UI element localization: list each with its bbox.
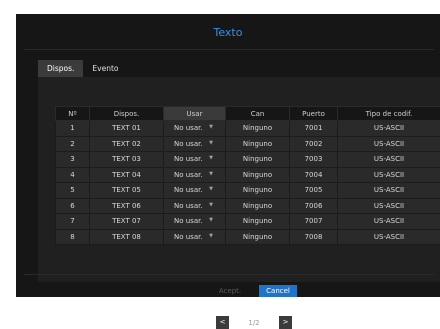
usar-select-value: No usar. (174, 217, 203, 225)
usar-select-value: No usar. (174, 155, 203, 163)
cell-puerto: 7004 (290, 167, 338, 183)
table-row[interactable]: 3TEXT 03 No usar. ▼ Ninguno7003US-ASCII (56, 152, 440, 168)
dropdown-arrow-icon: ▼ (209, 155, 213, 161)
usar-select-value: No usar. (174, 124, 203, 132)
devices-table: Nº Dispos. Usar Can Puerto Tipo de codif… (55, 106, 440, 245)
cell-can: Ninguno (226, 198, 290, 214)
column-header-dispos: Dispos. (90, 107, 164, 121)
dropdown-arrow-icon: ▼ (209, 124, 213, 130)
tab-evento[interactable]: Evento (83, 60, 127, 77)
cell-no: 8 (56, 229, 90, 245)
dropdown-arrow-icon: ▼ (209, 233, 213, 239)
cell-can: Ninguno (226, 121, 290, 137)
cell-no: 6 (56, 198, 90, 214)
usar-select-value: No usar. (174, 186, 203, 194)
cell-no: 1 (56, 121, 90, 137)
cell-usar[interactable]: No usar. ▼ (164, 229, 226, 245)
page-indicator: 1/2 (229, 319, 279, 327)
pagination: < 1/2 > (216, 316, 292, 329)
tab-bar: Dispos. Evento (38, 60, 128, 77)
cell-dispos: TEXT 05 (90, 183, 164, 199)
cell-tipo-codif: US-ASCII (338, 121, 440, 137)
cell-dispos: TEXT 01 (90, 121, 164, 137)
cell-can: Ninguno (226, 214, 290, 230)
cell-dispos: TEXT 06 (90, 198, 164, 214)
table-row[interactable]: 6TEXT 06 No usar. ▼ Ninguno7006US-ASCII (56, 198, 440, 214)
cell-no: 7 (56, 214, 90, 230)
dropdown-arrow-icon: ▼ (209, 186, 213, 192)
cell-can: Ninguno (226, 152, 290, 168)
cell-puerto: 7003 (290, 152, 338, 168)
cell-dispos: TEXT 02 (90, 136, 164, 152)
cell-puerto: 7008 (290, 229, 338, 245)
dropdown-arrow-icon: ▼ (209, 171, 213, 177)
footer-divider (24, 274, 434, 275)
table-row[interactable]: 4TEXT 04 No usar. ▼ Ninguno7004US-ASCII (56, 167, 440, 183)
cell-tipo-codif: US-ASCII (338, 152, 440, 168)
cell-tipo-codif: US-ASCII (338, 214, 440, 230)
usar-select-value: No usar. (174, 233, 203, 241)
cancel-button[interactable]: Cancel (259, 285, 297, 297)
cell-usar[interactable]: No usar. ▼ (164, 121, 226, 137)
cell-tipo-codif: US-ASCII (338, 183, 440, 199)
cell-usar[interactable]: No usar. ▼ (164, 198, 226, 214)
cell-tipo-codif: US-ASCII (338, 167, 440, 183)
cell-can: Ninguno (226, 167, 290, 183)
usar-select-value: No usar. (174, 140, 203, 148)
chevron-right-icon[interactable]: > (279, 316, 292, 329)
cell-puerto: 7007 (290, 214, 338, 230)
cell-tipo-codif: US-ASCII (338, 229, 440, 245)
cell-tipo-codif: US-ASCII (338, 136, 440, 152)
tab-dispos[interactable]: Dispos. (38, 60, 83, 77)
table-header-row: Nº Dispos. Usar Can Puerto Tipo de codif… (56, 107, 440, 121)
cell-can: Ninguno (226, 183, 290, 199)
cell-dispos: TEXT 07 (90, 214, 164, 230)
column-header-puerto: Puerto (290, 107, 338, 121)
title-divider (24, 49, 434, 50)
chevron-left-icon[interactable]: < (216, 316, 229, 329)
cell-usar[interactable]: No usar. ▼ (164, 152, 226, 168)
column-header-tipo-codif: Tipo de codif. (338, 107, 440, 121)
dropdown-arrow-icon: ▼ (209, 217, 213, 223)
table-row[interactable]: 8TEXT 08 No usar. ▼ Ninguno7008US-ASCII (56, 229, 440, 245)
cell-usar[interactable]: No usar. ▼ (164, 214, 226, 230)
dialog-title: Texto (16, 26, 440, 39)
column-header-no: Nº (56, 107, 90, 121)
column-header-usar[interactable]: Usar (164, 107, 226, 121)
cell-tipo-codif: US-ASCII (338, 198, 440, 214)
table-row[interactable]: 2TEXT 02 No usar. ▼ Ninguno7002US-ASCII (56, 136, 440, 152)
cell-no: 2 (56, 136, 90, 152)
cell-dispos: TEXT 08 (90, 229, 164, 245)
cell-usar[interactable]: No usar. ▼ (164, 167, 226, 183)
usar-select-value: No usar. (174, 202, 203, 210)
table-row[interactable]: 1TEXT 01 No usar. ▼ Ninguno7001US-ASCII (56, 121, 440, 137)
cell-no: 3 (56, 152, 90, 168)
cell-puerto: 7001 (290, 121, 338, 137)
cell-no: 4 (56, 167, 90, 183)
usar-select-value: No usar. (174, 171, 203, 179)
cell-usar[interactable]: No usar. ▼ (164, 136, 226, 152)
texto-dialog: Texto Dispos. Evento Nº Dispos. Usar Can… (16, 14, 440, 297)
cell-can: Ninguno (226, 229, 290, 245)
table-row[interactable]: 5TEXT 05 No usar. ▼ Ninguno7005US-ASCII (56, 183, 440, 199)
cell-puerto: 7006 (290, 198, 338, 214)
table-row[interactable]: 7TEXT 07 No usar. ▼ Ninguno7007US-ASCII (56, 214, 440, 230)
cell-dispos: TEXT 04 (90, 167, 164, 183)
cell-can: Ninguno (226, 136, 290, 152)
dropdown-arrow-icon: ▼ (209, 202, 213, 208)
dropdown-arrow-icon: ▼ (209, 140, 213, 146)
cell-puerto: 7002 (290, 136, 338, 152)
cell-puerto: 7005 (290, 183, 338, 199)
column-header-can: Can (226, 107, 290, 121)
cell-dispos: TEXT 03 (90, 152, 164, 168)
devices-panel: Nº Dispos. Usar Can Puerto Tipo de codif… (38, 77, 440, 282)
accept-button[interactable]: Acept. (211, 285, 249, 297)
cell-usar[interactable]: No usar. ▼ (164, 183, 226, 199)
cell-no: 5 (56, 183, 90, 199)
